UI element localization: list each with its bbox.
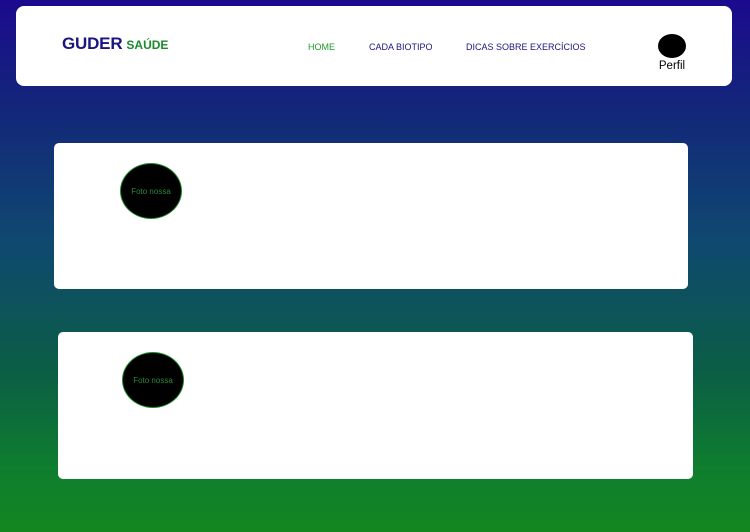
profile-label: Perfil <box>658 60 686 72</box>
profile-button[interactable]: Perfil <box>652 34 692 72</box>
brand-logo[interactable]: GUDER SAÚDE <box>62 34 168 54</box>
card-photo-alt-text: Foto nossa <box>131 186 171 196</box>
nav-link-dicas-exercicios[interactable]: DICAS SOBRE EXERCÍCIOS <box>466 42 586 52</box>
top-navbar: GUDER SAÚDE HOME CADA BIOTIPO DICAS SOBR… <box>16 6 732 86</box>
user-avatar-icon[interactable] <box>658 34 686 58</box>
nav-link-home[interactable]: HOME <box>308 42 335 52</box>
content-card: Foto nossa <box>58 332 693 479</box>
content-card: Foto nossa <box>54 143 688 289</box>
nav-link-cada-biotipo[interactable]: CADA BIOTIPO <box>369 42 433 52</box>
card-photo: Foto nossa <box>120 163 182 219</box>
card-photo: Foto nossa <box>122 352 184 408</box>
card-photo-alt-text: Foto nossa <box>133 375 173 385</box>
brand-main-text: GUDER <box>62 34 123 53</box>
brand-sub-text: SAÚDE <box>126 38 169 52</box>
